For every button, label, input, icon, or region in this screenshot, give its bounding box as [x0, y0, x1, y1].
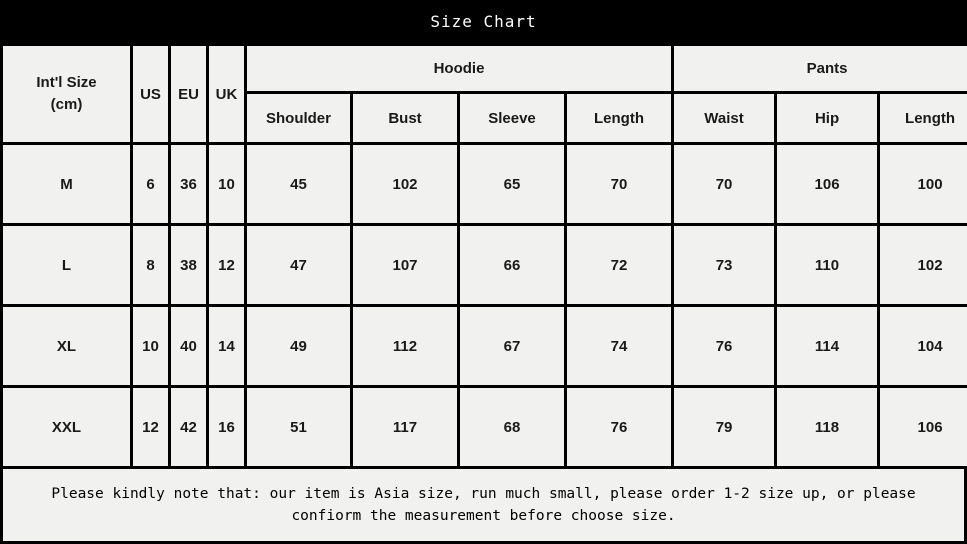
cell-hoodie-length: 74 — [567, 307, 672, 385]
cell-us: 12 — [133, 388, 168, 466]
column-header-hoodie-sleeve: Sleeve — [460, 94, 564, 142]
cell-uk: 10 — [209, 145, 244, 223]
column-header-pants-waist: Waist — [674, 94, 775, 142]
cell-hoodie-shoulder: 49 — [247, 307, 350, 385]
cell-hoodie-sleeve: 68 — [460, 388, 564, 466]
cell-eu: 42 — [171, 388, 206, 466]
column-header-hoodie-length: Length — [567, 94, 672, 142]
corner-header-line1: Int'l Size — [36, 74, 97, 92]
column-header-eu: EU — [171, 46, 206, 142]
cell-uk: 16 — [209, 388, 244, 466]
cell-hoodie-shoulder: 51 — [247, 388, 350, 466]
cell-hoodie-sleeve: 65 — [460, 145, 564, 223]
table-row: M 6 36 10 45 102 65 70 70 106 100 — [3, 145, 967, 223]
column-header-us: US — [133, 46, 168, 142]
cell-hoodie-bust: 107 — [353, 226, 457, 304]
column-header-hoodie-bust: Bust — [353, 94, 457, 142]
size-table: Int'l Size (cm) US EU UK Hoodie Pants Sh… — [0, 43, 967, 469]
title-bar: Size Chart — [0, 0, 967, 43]
cell-pants-hip: 106 — [777, 145, 878, 223]
group-header-pants: Pants — [674, 46, 967, 91]
cell-hoodie-bust: 102 — [353, 145, 457, 223]
cell-hoodie-sleeve: 66 — [460, 226, 564, 304]
page-title: Size Chart — [430, 12, 537, 31]
column-header-pants-hip: Hip — [777, 94, 878, 142]
table-row: L 8 38 12 47 107 66 72 73 110 102 — [3, 226, 967, 304]
note-line-1: Please kindly note that: our item is Asi… — [51, 485, 916, 502]
column-header-hoodie-shoulder: Shoulder — [247, 94, 350, 142]
cell-us: 10 — [133, 307, 168, 385]
column-header-uk: UK — [209, 46, 244, 142]
table-row: XXL 12 42 16 51 117 68 76 79 118 106 — [3, 388, 967, 466]
cell-hoodie-bust: 117 — [353, 388, 457, 466]
cell-eu: 40 — [171, 307, 206, 385]
cell-pants-hip: 118 — [777, 388, 878, 466]
cell-eu: 38 — [171, 226, 206, 304]
size-table-container: Int'l Size (cm) US EU UK Hoodie Pants Sh… — [0, 43, 967, 469]
group-header-hoodie: Hoodie — [247, 46, 672, 91]
cell-pants-length: 106 — [880, 388, 967, 466]
corner-header-cell: Int'l Size (cm) — [3, 46, 130, 142]
cell-hoodie-length: 72 — [567, 226, 672, 304]
cell-pants-length: 100 — [880, 145, 967, 223]
cell-size: L — [3, 226, 130, 304]
cell-size: XL — [3, 307, 130, 385]
header-row-groups: Int'l Size (cm) US EU UK Hoodie Pants — [3, 46, 967, 142]
note-container: Please kindly note that: our item is Asi… — [0, 469, 967, 544]
cell-eu: 36 — [171, 145, 206, 223]
cell-hoodie-sleeve: 67 — [460, 307, 564, 385]
cell-pants-length: 102 — [880, 226, 967, 304]
cell-pants-waist: 76 — [674, 307, 775, 385]
cell-pants-waist: 73 — [674, 226, 775, 304]
cell-hoodie-shoulder: 45 — [247, 145, 350, 223]
cell-hoodie-shoulder: 47 — [247, 226, 350, 304]
cell-pants-waist: 70 — [674, 145, 775, 223]
note-text: Please kindly note that: our item is Asi… — [19, 483, 949, 528]
table-row: XL 10 40 14 49 112 67 74 76 114 104 — [3, 307, 967, 385]
cell-us: 6 — [133, 145, 168, 223]
size-chart-root: Size Chart Int'l Size (cm) US EU UK Hood… — [0, 0, 967, 544]
note-line-2: confiorm the measurement before choose s… — [291, 508, 676, 524]
cell-pants-length: 104 — [880, 307, 967, 385]
cell-size: XXL — [3, 388, 130, 466]
column-header-pants-length: Length — [880, 94, 967, 142]
cell-hoodie-length: 70 — [567, 145, 672, 223]
cell-pants-hip: 110 — [777, 226, 878, 304]
cell-pants-hip: 114 — [777, 307, 878, 385]
cell-uk: 12 — [209, 226, 244, 304]
corner-header-line2: (cm) — [50, 96, 83, 113]
cell-pants-waist: 79 — [674, 388, 775, 466]
cell-us: 8 — [133, 226, 168, 304]
note-cell: Please kindly note that: our item is Asi… — [3, 469, 964, 541]
cell-size: M — [3, 145, 130, 223]
cell-hoodie-bust: 112 — [353, 307, 457, 385]
cell-hoodie-length: 76 — [567, 388, 672, 466]
cell-uk: 14 — [209, 307, 244, 385]
